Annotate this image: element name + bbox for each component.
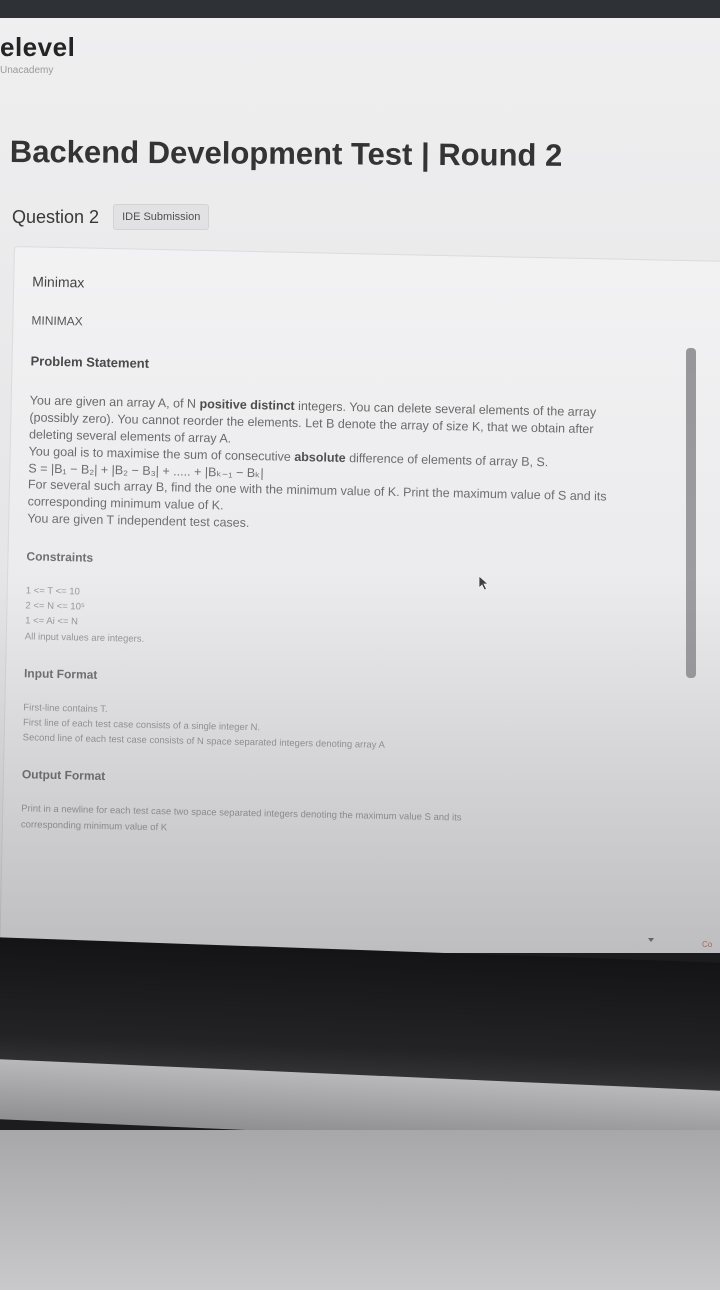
scrollbar-thumb[interactable] — [686, 348, 696, 678]
problem-statement: You are given an array A, of N positive … — [27, 392, 690, 541]
brand-logo[interactable]: elevel Unacademy — [0, 32, 75, 76]
problem-statement-heading: Problem Statement — [30, 353, 150, 371]
browser-top-bar — [0, 0, 720, 20]
input-format-text: First-line contains T. First line of eac… — [23, 700, 684, 759]
brand-name: elevel — [0, 32, 76, 62]
edge-button-text[interactable]: Co — [702, 940, 712, 949]
constraints-list: 1 <= T <= 10 2 <= N <= 10⁵ 1 <= Ai <= N … — [25, 583, 686, 658]
mouse-cursor-icon — [478, 575, 490, 591]
problem-name: Minimax — [32, 273, 85, 291]
screen: elevel Unacademy Backend Development Tes… — [0, 18, 720, 953]
input-format-heading: Input Format — [23, 666, 98, 682]
brand-subtitle: Unacademy — [0, 65, 54, 76]
laptop-deck — [0, 1130, 720, 1290]
constraints-heading: Constraints — [26, 549, 94, 565]
problem-panel: Minimax MINIMAX Problem Statement You ar… — [0, 246, 720, 953]
problem-code: MINIMAX — [31, 313, 83, 329]
page-title: Backend Development Test | Round 2 — [9, 134, 563, 173]
question-label: Question 2 — [12, 206, 100, 227]
output-format-text: Print in a newline for each test case tw… — [21, 802, 681, 846]
output-format-heading: Output Format — [21, 767, 106, 784]
question-header: Question 2 IDE Submission — [12, 204, 210, 230]
submission-type-badge: IDE Submission — [113, 204, 210, 230]
scroll-down-arrow-icon[interactable] — [648, 938, 654, 942]
problem-content: Minimax MINIMAX Problem Statement You ar… — [21, 259, 693, 845]
